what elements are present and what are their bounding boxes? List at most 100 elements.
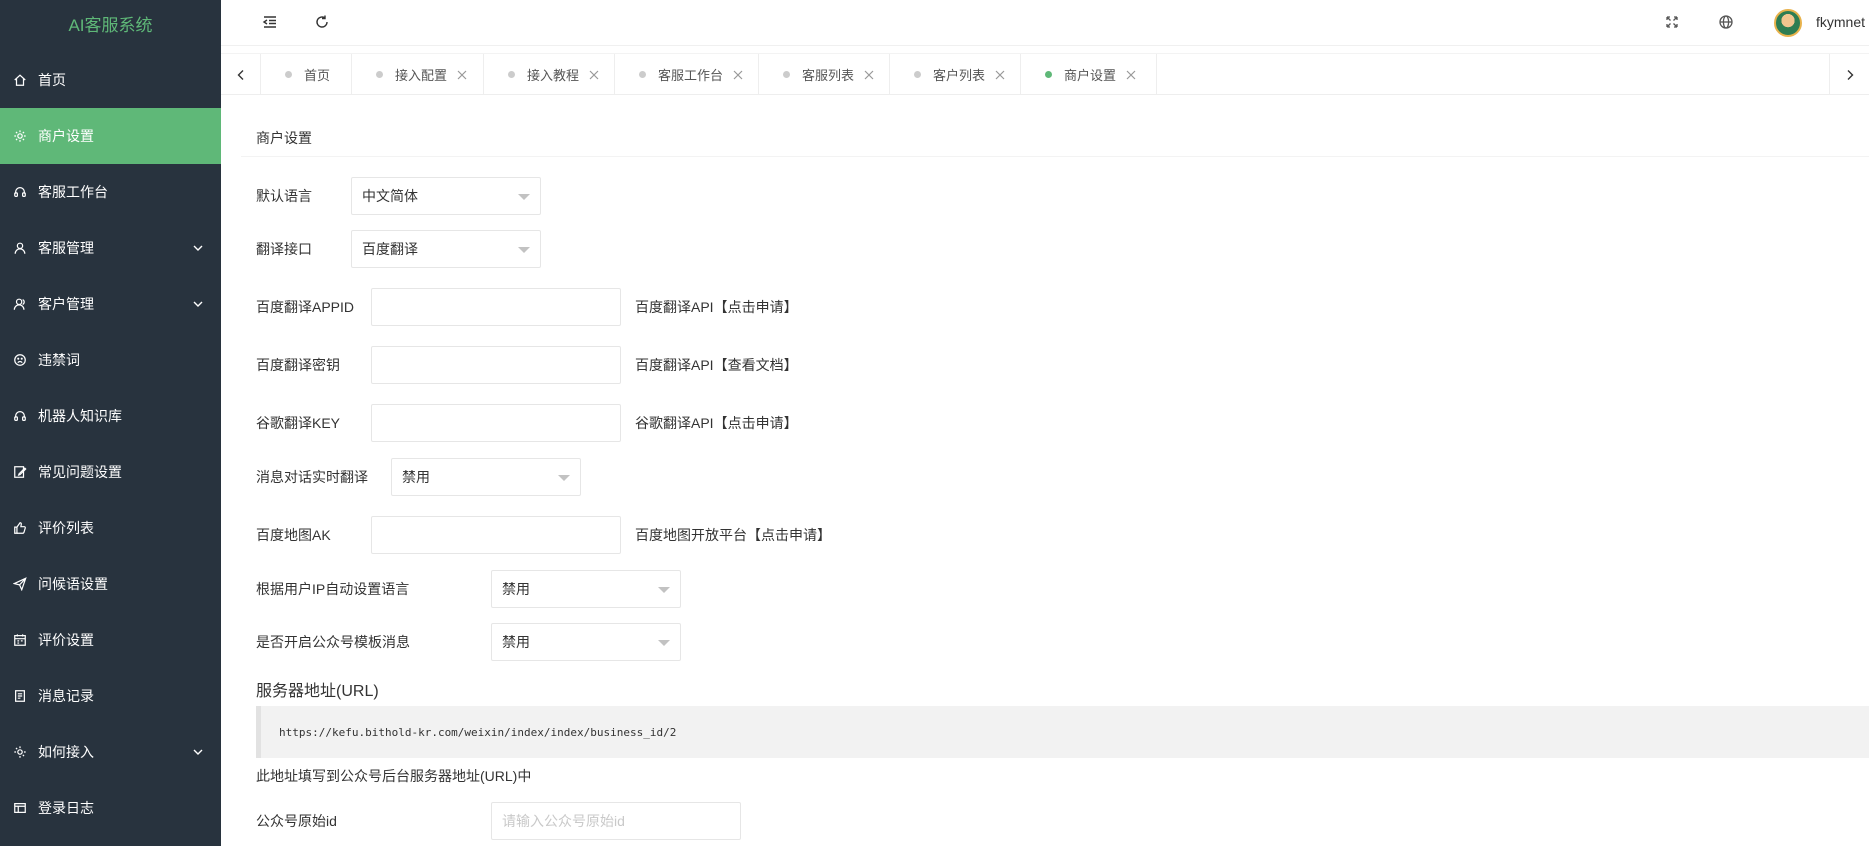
divider <box>241 156 1869 157</box>
tab-home[interactable]: 首页 <box>261 54 352 95</box>
select-value: 百度翻译 <box>362 241 418 257</box>
baidu-appid-link[interactable]: 百度翻译API【点击申请】 <box>635 297 798 317</box>
sidebar-item-agent-workbench[interactable]: 客服工作台 <box>0 164 221 220</box>
sidebar-item-label: 评价列表 <box>38 520 94 536</box>
form-row-realtime-translate: 消息对话实时翻译 禁用 <box>256 457 581 497</box>
tab-dot <box>285 71 292 78</box>
sidebar-item-faq-settings[interactable]: 常见问题设置 <box>0 444 221 500</box>
username[interactable]: fkymnet <box>1816 14 1865 30</box>
wechat-template-select[interactable]: 禁用 <box>491 623 681 661</box>
tab-dot <box>1045 71 1052 78</box>
sidebar-item-how-to-integrate[interactable]: 如何接入 <box>0 724 221 780</box>
form-row-wechat-original-id: 公众号原始id <box>256 801 741 841</box>
close-icon[interactable] <box>864 70 874 80</box>
baidu-secret-input[interactable] <box>371 346 621 384</box>
server-url-title: 服务器地址(URL) <box>256 683 379 700</box>
user-icon <box>12 240 28 256</box>
sidebar-item-greeting-settings[interactable]: 问候语设置 <box>0 556 221 612</box>
menu-toggle-button[interactable] <box>259 11 281 33</box>
field-label: 是否开启公众号模板消息 <box>256 634 410 650</box>
realtime-translate-select[interactable]: 禁用 <box>391 458 581 496</box>
select-value: 禁用 <box>502 634 530 650</box>
sidebar-item-agent-management[interactable]: 客服管理 <box>0 220 221 276</box>
select-value: 中文简体 <box>362 188 418 204</box>
close-icon[interactable] <box>457 70 467 80</box>
translate-api-select[interactable]: 百度翻译 <box>351 230 541 268</box>
google-key-link[interactable]: 谷歌翻译API【点击申请】 <box>635 413 798 433</box>
sidebar-item-review-list[interactable]: 评价列表 <box>0 500 221 556</box>
chevron-right-icon <box>1847 69 1853 80</box>
select-value: 禁用 <box>402 469 430 485</box>
sidebar-item-label: 首页 <box>38 72 66 88</box>
tab-dot <box>639 71 646 78</box>
tab-dot <box>376 71 383 78</box>
tab-access-config[interactable]: 接入配置 <box>352 54 484 95</box>
select-value: 禁用 <box>502 581 530 597</box>
globe-icon <box>1719 15 1733 29</box>
avatar[interactable] <box>1774 9 1802 37</box>
close-icon[interactable] <box>995 70 1005 80</box>
field-label: 翻译接口 <box>256 241 312 257</box>
tab-customer-list[interactable]: 客户列表 <box>890 54 1021 95</box>
tab-label: 客服列表 <box>802 68 855 83</box>
sidebar-item-home[interactable]: 首页 <box>0 52 221 108</box>
sidebar-item-message-records[interactable]: 消息记录 <box>0 668 221 724</box>
server-url-code[interactable]: https://kefu.bithold-kr.com/weixin/index… <box>256 706 1869 758</box>
refresh-icon <box>316 15 328 28</box>
fullscreen-button[interactable] <box>1661 11 1683 33</box>
sidebar-item-label: 客户管理 <box>38 296 94 312</box>
default-language-select[interactable]: 中文简体 <box>351 177 541 215</box>
sidebar-item-label: 违禁词 <box>38 352 80 368</box>
baidu-map-link[interactable]: 百度地图开放平台【点击申请】 <box>635 525 831 545</box>
caret-down-icon <box>518 247 530 253</box>
users-icon <box>12 296 28 312</box>
sidebar-item-label: 问候语设置 <box>38 576 108 592</box>
fullscreen-icon <box>1666 16 1678 28</box>
form-row-ip-auto-language: 根据用户IP自动设置语言 禁用 <box>256 569 681 609</box>
sidebar-item-robot-knowledge[interactable]: 机器人知识库 <box>0 388 221 444</box>
field-label: 百度地图AK <box>256 527 331 543</box>
sidebar-item-banned-words[interactable]: 违禁词 <box>0 332 221 388</box>
tab-agent-workbench[interactable]: 客服工作台 <box>615 54 759 95</box>
chevron-down-icon <box>193 749 203 755</box>
sidebar-item-login-logs[interactable]: 登录日志 <box>0 780 221 836</box>
home-icon <box>12 72 28 88</box>
form-row-translate-api: 翻译接口 百度翻译 <box>256 229 541 269</box>
baidu-appid-input[interactable] <box>371 288 621 326</box>
sidebar-item-review-settings[interactable]: 评价设置 <box>0 612 221 668</box>
sidebar-item-label: 登录日志 <box>38 800 94 816</box>
headset-icon <box>12 408 28 424</box>
field-label: 默认语言 <box>256 188 312 204</box>
tabs-scroll-right-button[interactable] <box>1829 54 1869 95</box>
chevron-down-icon <box>193 301 203 307</box>
close-icon[interactable] <box>1126 70 1136 80</box>
top-header: fkymnet <box>221 0 1869 46</box>
tabs-scroll-left-button[interactable] <box>221 54 261 95</box>
sidebar-item-merchant-settings[interactable]: 商户设置 <box>0 108 221 164</box>
baidu-secret-doc-link[interactable]: 百度翻译API【查看文档】 <box>635 355 798 375</box>
sidebar-item-label: 商户设置 <box>38 128 94 144</box>
close-icon[interactable] <box>589 70 599 80</box>
tab-label: 首页 <box>304 68 331 83</box>
ip-auto-language-select[interactable]: 禁用 <box>491 570 681 608</box>
sidebar-item-label: 客服工作台 <box>38 184 108 200</box>
wechat-original-id-input[interactable] <box>491 802 741 840</box>
field-label: 百度翻译APPID <box>256 299 355 315</box>
page-tabs: 首页 接入配置 接入教程 客服工作台 客服列表 客户列表 商户设置 <box>221 53 1869 95</box>
sidebar-item-customer-management[interactable]: 客户管理 <box>0 276 221 332</box>
caret-down-icon <box>658 587 670 593</box>
google-key-input[interactable] <box>371 404 621 442</box>
tab-dot <box>914 71 921 78</box>
calendar-icon <box>12 632 28 648</box>
tab-agent-list[interactable]: 客服列表 <box>759 54 890 95</box>
language-button[interactable] <box>1715 11 1737 33</box>
app-logo[interactable]: AI客服系统 <box>0 0 221 52</box>
tab-merchant-settings[interactable]: 商户设置 <box>1021 54 1157 95</box>
thumbs-up-icon <box>12 520 28 536</box>
tab-access-tutorial[interactable]: 接入教程 <box>484 54 615 95</box>
close-icon[interactable] <box>733 70 743 80</box>
tab-dot <box>508 71 515 78</box>
sad-face-icon <box>12 352 28 368</box>
refresh-button[interactable] <box>311 11 333 33</box>
baidu-map-ak-input[interactable] <box>371 516 621 554</box>
